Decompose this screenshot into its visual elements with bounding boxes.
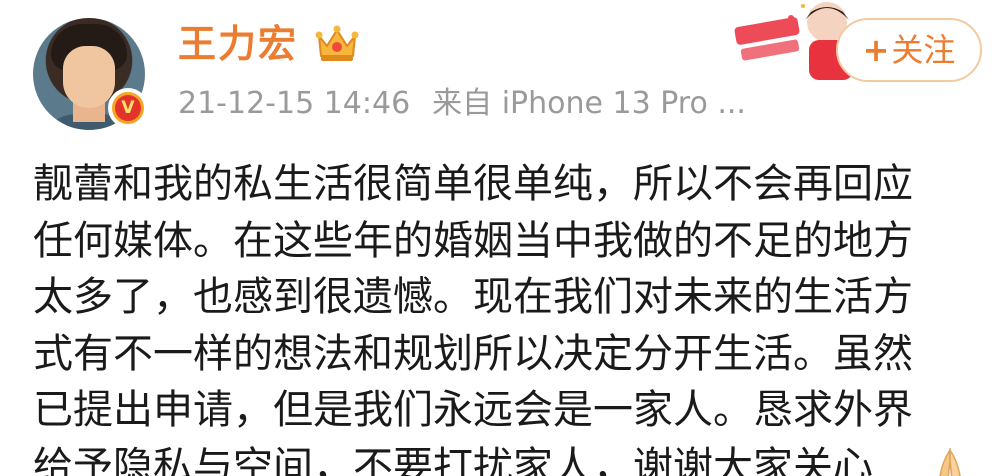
content-line: 太多了，也感到很遗憾。现在我们对未来的生活方 <box>33 274 913 320</box>
content-line: 靓蕾和我的私生活很简单很单纯，所以不会再回应 <box>33 161 913 207</box>
verified-badge-icon: V <box>108 88 148 128</box>
post-meta: 21-12-15 14:46 来自 iPhone 13 Pro ... <box>178 84 768 124</box>
post-source: 来自 iPhone 13 Pro ... <box>432 86 746 121</box>
follow-button[interactable]: +关注 <box>836 18 982 82</box>
post-content: 靓蕾和我的私生活很简单很单纯，所以不会再回应 任何媒体。在这些年的婚姻当中我做的… <box>33 156 993 476</box>
content-line: 给予隐私与空间，不要打扰家人，谢谢大家关心 <box>33 443 873 476</box>
content-line: 已提出申请，但是我们永远会是一家人。恳求外界 <box>33 387 913 433</box>
content-line: 式有不一样的想法和规划所以决定分开生活。虽然 <box>33 330 913 377</box>
user-name[interactable]: 王力宏 <box>178 20 298 68</box>
crown-icon <box>315 25 359 61</box>
post-timestamp[interactable]: 21-12-15 14:46 <box>178 86 410 121</box>
weibo-post: V 王力宏 21-12-15 14:46 来自 iPhone 13 Pro ...… <box>0 0 1000 476</box>
plus-icon: + <box>862 31 890 69</box>
follow-label: 关注 <box>891 31 956 69</box>
verified-badge-label: V <box>115 95 141 121</box>
pray-emoji-icon <box>939 447 961 476</box>
content-line: 任何媒体。在这些年的婚姻当中我做的不足的地方 <box>33 217 913 264</box>
